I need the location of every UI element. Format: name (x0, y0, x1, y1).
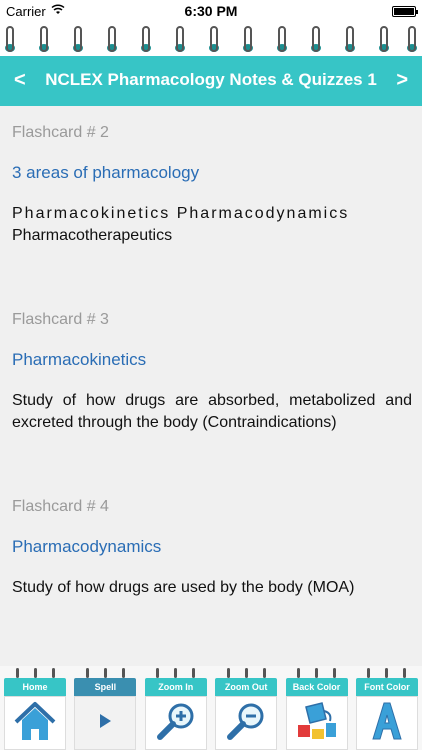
binder-ring (380, 26, 388, 52)
binder-ring (74, 26, 82, 52)
binder-ring (312, 26, 320, 52)
binder-ring (176, 26, 184, 52)
font-color-button[interactable]: Font Color (354, 666, 420, 750)
flashcard-number: Flashcard # 2 (12, 124, 109, 141)
flashcard-question: 3 areas of pharmacology (12, 163, 200, 182)
title-row: < NCLEX Pharmacology Notes & Quizzes 1 > (0, 56, 422, 104)
binder-ring (408, 26, 416, 52)
back-color-label: Back Color (285, 678, 348, 696)
page-title: NCLEX Pharmacology Notes & Quizzes 1 (45, 70, 377, 89)
font-color-icon (365, 699, 409, 748)
prev-button[interactable]: < (14, 69, 26, 92)
binder-ring (40, 26, 48, 52)
flashcard: Flashcard # 3 Pharmacokinetics Study of … (12, 311, 412, 434)
zoom-in-icon (154, 699, 198, 748)
binder-ring (142, 26, 150, 52)
zoom-out-icon (224, 699, 268, 748)
flashcard-answer-line: Pharmacotherapeutics (12, 227, 173, 244)
flashcard-list[interactable]: Flashcard # 2 3 areas of pharmacology Ph… (0, 106, 422, 666)
play-icon (95, 711, 115, 736)
back-color-button[interactable]: Back Color (284, 666, 350, 750)
font-color-label: Font Color (355, 678, 418, 696)
status-bar: Carrier 6:30 PM (0, 0, 422, 22)
binder-ring (346, 26, 354, 52)
binder-ring (278, 26, 286, 52)
zoom-in-label: Zoom In (144, 678, 207, 696)
flashcard-answer: Pharmacokinetics Pharmacodynamics Pharma… (12, 203, 412, 247)
flashcard: Flashcard # 2 3 areas of pharmacology Ph… (12, 124, 412, 247)
flashcard-number: Flashcard # 3 (12, 311, 109, 328)
binder-ring (210, 26, 218, 52)
home-label: Home (4, 678, 66, 696)
flashcard-answer: Study of how drugs are used by the body … (12, 579, 355, 596)
spell-label: Spell (74, 678, 137, 696)
home-icon (12, 700, 58, 747)
flashcard-question: Pharmacodynamics (12, 537, 162, 556)
status-time: 6:30 PM (184, 3, 238, 19)
toolbar: Home Spell Zoom In Zoom Out Back Color F… (0, 666, 422, 750)
binder-ring (244, 26, 252, 52)
spell-button[interactable]: Spell (72, 666, 138, 750)
flashcard-answer: Study of how drugs are absorbed, metabol… (12, 392, 412, 431)
flashcard-answer-line: Pharmacokinetics Pharmacodynamics (12, 205, 350, 222)
battery-icon (392, 5, 418, 17)
home-button[interactable]: Home (2, 666, 68, 750)
flashcard-question: Pharmacokinetics (12, 350, 147, 369)
flashcard-number: Flashcard # 4 (12, 498, 109, 515)
zoom-out-button[interactable]: Zoom Out (213, 666, 279, 750)
binder-rings (0, 22, 422, 56)
flashcard: Flashcard # 4 Pharmacodynamics Study of … (12, 498, 412, 599)
header: < NCLEX Pharmacology Notes & Quizzes 1 > (0, 22, 422, 106)
next-button[interactable]: > (396, 69, 408, 92)
paint-bucket-icon (294, 699, 340, 748)
binder-ring (6, 26, 14, 52)
zoom-out-label: Zoom Out (215, 678, 278, 696)
binder-ring (108, 26, 116, 52)
zoom-in-button[interactable]: Zoom In (143, 666, 209, 750)
